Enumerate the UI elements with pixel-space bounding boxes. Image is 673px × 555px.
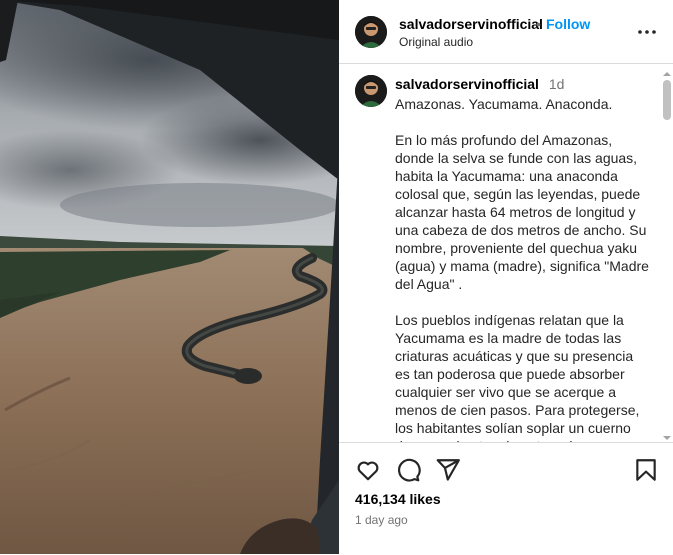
post-date[interactable]: 1 day ago [355, 513, 408, 527]
more-options-icon[interactable] [635, 20, 659, 44]
comment-icon[interactable] [395, 457, 421, 483]
audio-label[interactable]: Original audio [399, 35, 473, 49]
post-actions: 416,134 likes 1 day ago [339, 442, 673, 555]
profile-photo-icon [355, 75, 387, 107]
caption-timestamp[interactable]: 1d [549, 76, 565, 92]
author-username[interactable]: salvadorservinofficial [399, 16, 543, 32]
profile-photo-icon [355, 16, 387, 48]
scrollbar-thumb[interactable] [663, 80, 671, 120]
share-icon[interactable] [435, 457, 461, 483]
comments-section[interactable]: salvadorservinofficial 1d Amazonas. Yacu… [339, 64, 673, 442]
post-image[interactable] [0, 0, 339, 554]
caption-header: salvadorservinofficial 1d [395, 76, 564, 92]
follow-button[interactable]: Follow [546, 16, 590, 32]
scroll-down-arrow-icon[interactable] [662, 430, 672, 440]
post-header: salvadorservinofficial • Follow Original… [339, 0, 673, 64]
bookmark-icon[interactable] [633, 457, 659, 483]
post-details-panel: salvadorservinofficial • Follow Original… [339, 0, 673, 554]
caption-author[interactable]: salvadorservinofficial [395, 76, 539, 92]
header-separator: • [536, 16, 541, 32]
aerial-river-anaconda-image [0, 0, 339, 554]
caption-author-avatar[interactable] [355, 75, 387, 107]
scroll-up-arrow-icon[interactable] [662, 66, 672, 76]
heart-icon[interactable] [355, 457, 381, 483]
author-avatar[interactable] [355, 16, 387, 48]
caption-text: Amazonas. Yacumama. Anaconda. En lo más … [395, 96, 649, 442]
comments-scrollbar[interactable] [662, 66, 672, 440]
post-dialog: salvadorservinofficial • Follow Original… [0, 0, 673, 554]
like-count[interactable]: 416,134 likes [355, 491, 441, 507]
